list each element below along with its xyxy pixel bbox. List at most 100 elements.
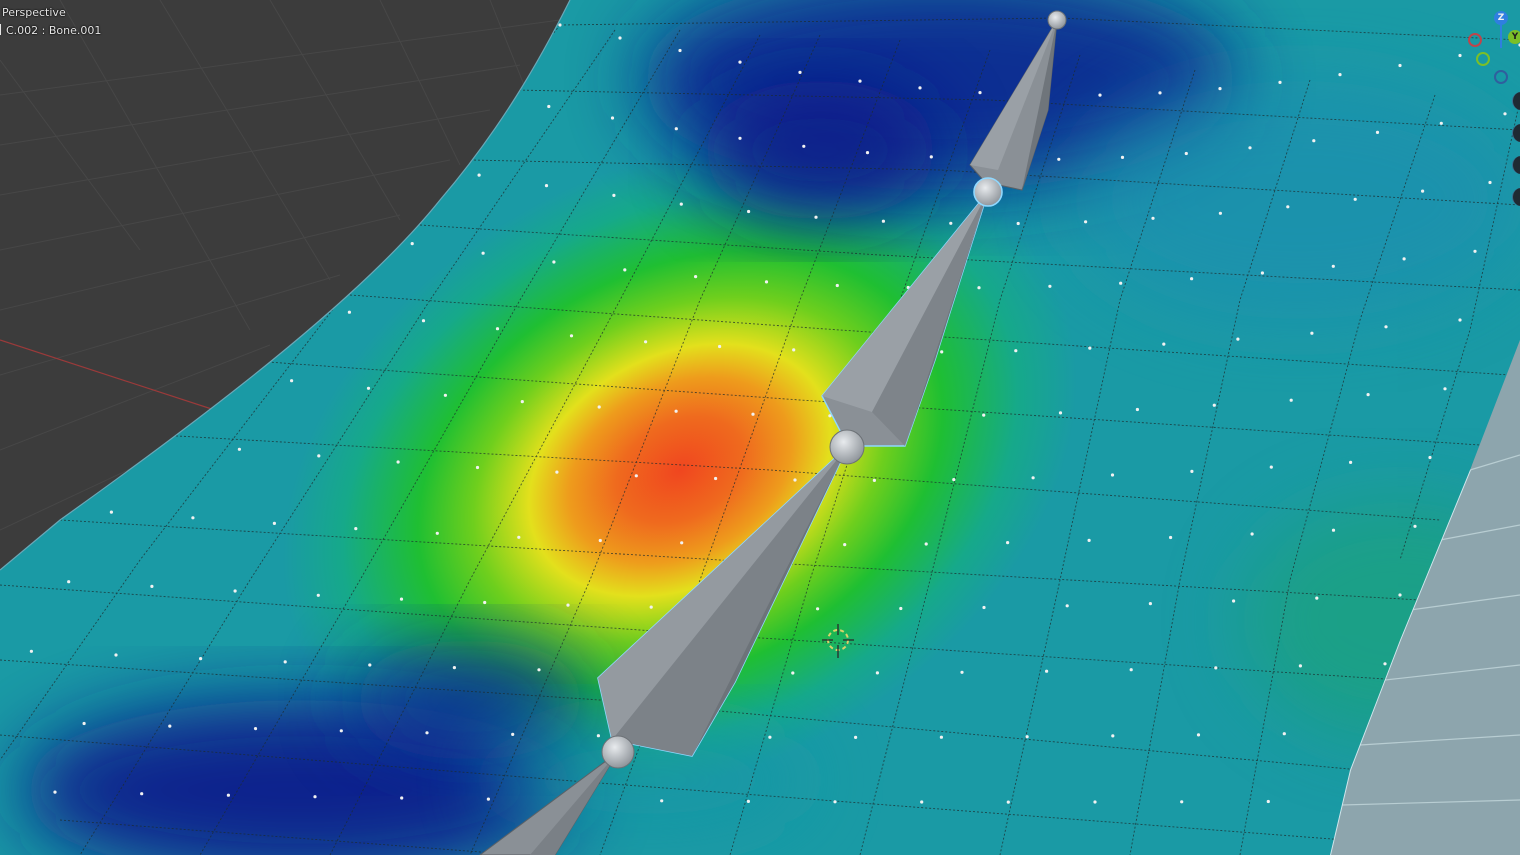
mesh-vertex[interactable] xyxy=(802,144,806,148)
mesh-vertex[interactable] xyxy=(738,60,742,64)
mesh-vertex[interactable] xyxy=(674,127,678,131)
mesh-vertex[interactable] xyxy=(1065,604,1069,608)
mesh-vertex[interactable] xyxy=(1151,216,1155,220)
mesh-vertex[interactable] xyxy=(694,275,698,279)
mesh-vertex[interactable] xyxy=(597,405,601,409)
mesh-vertex[interactable] xyxy=(547,104,551,109)
mesh-vertex[interactable] xyxy=(1111,734,1115,738)
mesh-vertex[interactable] xyxy=(1315,596,1319,600)
mesh-vertex[interactable] xyxy=(899,606,903,611)
mesh-vertex[interactable] xyxy=(982,605,986,610)
ortho-toggle-icon[interactable] xyxy=(1512,188,1520,206)
mesh-vertex[interactable] xyxy=(1278,80,1282,84)
mesh-vertex[interactable] xyxy=(1218,87,1222,91)
mesh-vertex[interactable] xyxy=(191,516,195,520)
mesh-vertex[interactable] xyxy=(1269,465,1273,469)
mesh-vertex[interactable] xyxy=(1439,121,1443,125)
mesh-vertex[interactable] xyxy=(649,605,653,609)
mesh-vertex[interactable] xyxy=(679,202,683,206)
mesh-vertex[interactable] xyxy=(858,79,862,83)
mesh-vertex[interactable] xyxy=(1398,63,1402,68)
mesh-vertex[interactable] xyxy=(680,541,684,545)
mesh-vertex[interactable] xyxy=(226,793,230,797)
mesh-vertex[interactable] xyxy=(1016,221,1020,226)
mesh-vertex[interactable] xyxy=(1366,393,1370,397)
mesh-vertex[interactable] xyxy=(1402,257,1406,261)
mesh-vertex[interactable] xyxy=(483,600,487,605)
mesh-vertex[interactable] xyxy=(1120,155,1125,159)
viewport-scene[interactable] xyxy=(0,0,1520,855)
mesh-vertex[interactable] xyxy=(1398,593,1402,597)
mesh-vertex[interactable] xyxy=(865,151,870,155)
mesh-vertex[interactable] xyxy=(833,800,837,804)
mesh-vertex[interactable] xyxy=(751,412,755,416)
mesh-vertex[interactable] xyxy=(768,735,772,739)
mesh-vertex[interactable] xyxy=(511,732,515,737)
mesh-vertex[interactable] xyxy=(1232,599,1236,603)
mesh-vertex[interactable] xyxy=(477,173,481,177)
mesh-vertex[interactable] xyxy=(1503,112,1507,116)
mesh-vertex[interactable] xyxy=(718,344,722,349)
gizmo-y-axis[interactable]: Y xyxy=(1508,30,1520,44)
mesh-vertex[interactable] xyxy=(544,184,549,188)
mesh-vertex[interactable] xyxy=(618,36,622,40)
camera-icon[interactable] xyxy=(1512,156,1520,174)
mesh-vertex[interactable] xyxy=(537,668,541,672)
mesh-vertex[interactable] xyxy=(977,286,981,290)
gizmo-z-axis[interactable]: Z xyxy=(1494,11,1508,25)
mesh-vertex[interactable] xyxy=(443,393,447,397)
mesh-vertex[interactable] xyxy=(253,727,258,731)
mesh-vertex[interactable] xyxy=(237,447,241,451)
mesh-vertex[interactable] xyxy=(960,670,964,674)
mesh-vertex[interactable] xyxy=(798,70,802,74)
mesh-vertex[interactable] xyxy=(317,454,321,458)
mesh-vertex[interactable] xyxy=(399,597,404,601)
mesh-vertex[interactable] xyxy=(1349,460,1353,464)
mesh-vertex[interactable] xyxy=(558,23,562,27)
mesh-vertex[interactable] xyxy=(396,460,400,464)
mesh-vertex[interactable] xyxy=(29,649,33,653)
mesh-vertex[interactable] xyxy=(1473,249,1477,253)
mesh-vertex[interactable] xyxy=(1310,331,1314,335)
mesh-vertex[interactable] xyxy=(1014,349,1018,353)
mesh-vertex[interactable] xyxy=(949,221,953,225)
mesh-vertex[interactable] xyxy=(168,724,172,728)
gizmo-neg-y-axis[interactable] xyxy=(1476,52,1490,66)
zoom-icon[interactable] xyxy=(1512,92,1520,110)
mesh-vertex[interactable] xyxy=(1260,271,1264,275)
mesh-vertex[interactable] xyxy=(1158,91,1162,95)
joint-upper[interactable] xyxy=(973,177,1003,207)
mesh-vertex[interactable] xyxy=(660,799,664,803)
mesh-vertex[interactable] xyxy=(1190,277,1194,281)
mesh-vertex[interactable] xyxy=(366,386,371,390)
mesh-vertex[interactable] xyxy=(410,162,414,166)
mesh-vertex[interactable] xyxy=(854,735,858,740)
mesh-vertex[interactable] xyxy=(1298,664,1302,668)
mesh-vertex[interactable] xyxy=(410,242,414,246)
mesh-vertex[interactable] xyxy=(1331,528,1336,532)
mesh-vertex[interactable] xyxy=(517,535,521,539)
mesh-vertex[interactable] xyxy=(1088,346,1092,350)
pan-icon[interactable] xyxy=(1512,124,1520,142)
mesh-vertex[interactable] xyxy=(598,538,602,543)
mesh-vertex[interactable] xyxy=(1212,403,1216,407)
mesh-vertex[interactable] xyxy=(400,796,404,800)
mesh-vertex[interactable] xyxy=(283,660,287,664)
mesh-vertex[interactable] xyxy=(316,593,320,597)
mesh-vertex[interactable] xyxy=(792,348,796,352)
mesh-vertex[interactable] xyxy=(67,580,71,584)
mesh-vertex[interactable] xyxy=(339,729,343,733)
mesh-vertex[interactable] xyxy=(1148,602,1152,606)
mesh-vertex[interactable] xyxy=(1057,157,1061,161)
mesh-vertex[interactable] xyxy=(929,155,933,159)
joint-lower[interactable] xyxy=(601,735,635,769)
mesh-vertex[interactable] xyxy=(552,260,556,264)
mesh-vertex[interactable] xyxy=(1196,733,1201,737)
mesh-vertex[interactable] xyxy=(290,379,294,383)
mesh-vertex[interactable] xyxy=(1180,800,1184,804)
navigation-gizmo-icon[interactable]: Z Y xyxy=(1460,0,1520,100)
mesh-vertex[interactable] xyxy=(843,543,847,547)
mesh-vertex[interactable] xyxy=(1025,735,1029,739)
mesh-vertex[interactable] xyxy=(644,340,648,344)
weight-paint-mesh[interactable] xyxy=(0,0,1520,855)
